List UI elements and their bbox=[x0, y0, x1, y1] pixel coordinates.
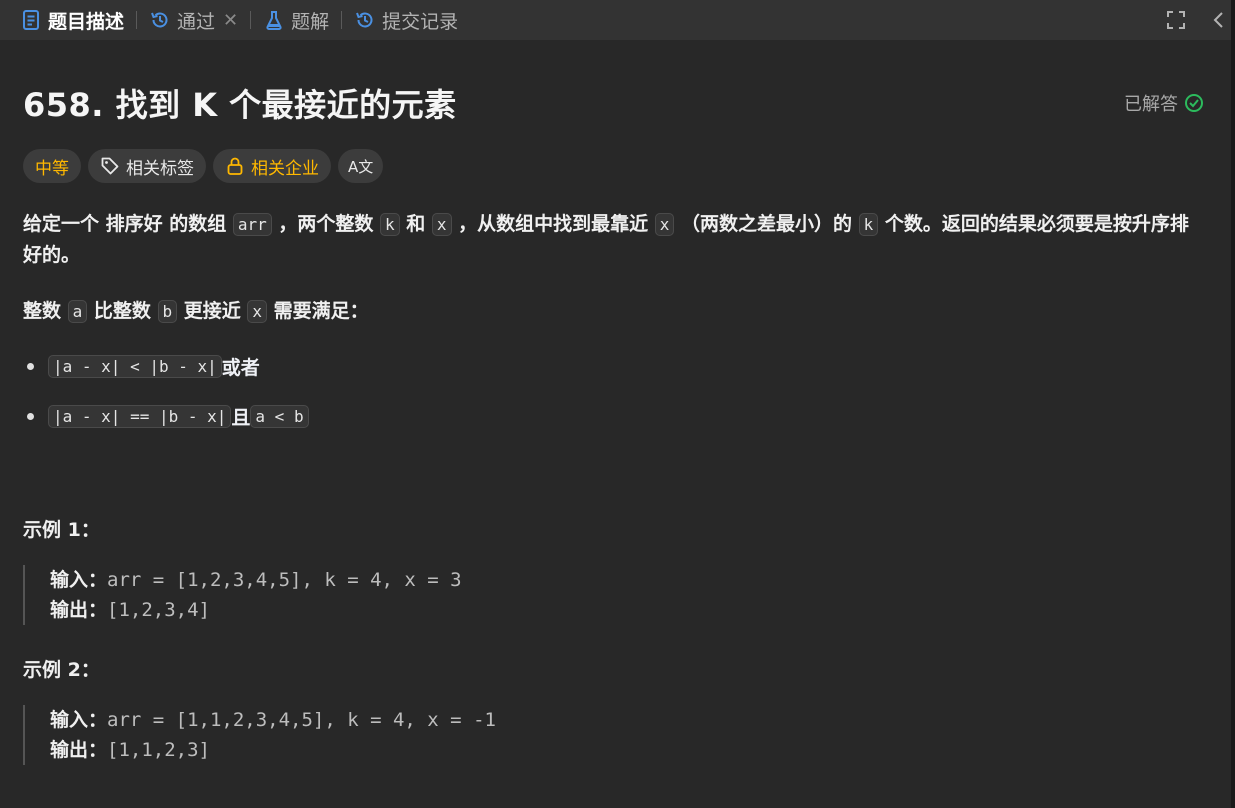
inline-code: x bbox=[247, 300, 268, 323]
inline-code: b bbox=[157, 300, 178, 323]
example-output: 输出：[1,2,3,4] bbox=[50, 595, 462, 625]
tab-divider bbox=[136, 11, 138, 29]
tab-solutions-label: 题解 bbox=[291, 10, 330, 33]
input-label: 输入： bbox=[50, 709, 108, 731]
tab-divider bbox=[250, 11, 252, 29]
lock-icon bbox=[225, 156, 245, 176]
collapse-icon[interactable] bbox=[1207, 9, 1229, 31]
example-output: 输出：[1,1,2,3] bbox=[50, 735, 496, 765]
text: ，从数组中找到最靠近 bbox=[451, 213, 655, 235]
example-block: 输入：arr = [1,1,2,3,4,5], k = 4, x = -1 输出… bbox=[23, 705, 496, 765]
example-input: 输入：arr = [1,2,3,4,5], k = 4, x = 3 bbox=[50, 565, 462, 595]
text: 和 bbox=[399, 213, 432, 235]
flask-icon bbox=[263, 9, 285, 31]
tab-divider bbox=[341, 11, 343, 29]
output-label: 输出： bbox=[50, 739, 108, 761]
bullet-dot bbox=[27, 363, 34, 370]
example-input: 输入：arr = [1,1,2,3,4,5], k = 4, x = -1 bbox=[50, 705, 496, 735]
bullet-dot bbox=[27, 413, 34, 420]
related-companies-button[interactable]: 相关企业 bbox=[213, 149, 331, 183]
related-companies-label: 相关企业 bbox=[251, 158, 319, 179]
input-value: arr = [1,2,3,4,5], k = 4, x = 3 bbox=[107, 569, 462, 591]
tab-description-label: 题目描述 bbox=[48, 10, 125, 33]
related-tags-button[interactable]: 相关标签 bbox=[88, 149, 206, 183]
text: 给定一个 bbox=[23, 213, 106, 235]
example-block: 输入：arr = [1,2,3,4,5], k = 4, x = 3 输出：[1… bbox=[23, 565, 462, 625]
fullscreen-icon[interactable] bbox=[1165, 9, 1187, 31]
close-icon[interactable]: ✕ bbox=[223, 10, 238, 31]
tab-description[interactable]: 题目描述 bbox=[20, 0, 124, 40]
inline-code: k bbox=[380, 213, 400, 236]
text: ，两个整数 bbox=[271, 213, 381, 235]
inline-code: arr bbox=[232, 213, 272, 236]
tab-solutions[interactable]: 题解 bbox=[263, 0, 329, 40]
list-item: |a - x| < |b - x| 或者 bbox=[23, 353, 260, 380]
history-icon bbox=[354, 9, 376, 31]
output-value: [1,1,2,3] bbox=[107, 739, 210, 761]
solved-label: 已解答 bbox=[1124, 94, 1178, 115]
history-icon bbox=[149, 9, 171, 31]
output-value: [1,2,3,4] bbox=[107, 599, 210, 621]
inline-code: x bbox=[431, 213, 452, 236]
document-icon bbox=[20, 9, 42, 31]
problem-title: 658. 找到 K 个最接近的元素 bbox=[23, 86, 457, 124]
example-title: 示例 2： bbox=[23, 659, 100, 681]
text: （两数之差最小）的 bbox=[674, 213, 859, 235]
description-paragraph-1: 给定一个 排序好 的数组 arr ，两个整数 k 和 x ，从数组中找到最靠近 … bbox=[23, 209, 1203, 271]
tab-submissions[interactable]: 提交记录 bbox=[354, 0, 458, 40]
input-value: arr = [1,1,2,3,4,5], k = 4, x = -1 bbox=[107, 709, 496, 731]
inline-code: a bbox=[67, 300, 88, 323]
text: 更接近 bbox=[177, 300, 248, 322]
output-label: 输出： bbox=[50, 599, 108, 621]
problem-chips: 中等 相关标签 相关企业 A文 bbox=[23, 149, 390, 183]
text: 整数 bbox=[23, 300, 68, 322]
text: 且 bbox=[231, 407, 251, 429]
tag-icon bbox=[100, 156, 120, 176]
related-tags-label: 相关标签 bbox=[126, 158, 194, 179]
description-paragraph-2: 整数 a 比整数 b 更接近 x 需要满足： bbox=[23, 296, 1203, 327]
solved-status: 已解答 bbox=[1124, 90, 1204, 116]
tab-bar-actions bbox=[1165, 0, 1231, 40]
inline-code: x bbox=[654, 213, 675, 236]
difficulty-label: 中等 bbox=[35, 158, 69, 179]
example-title: 示例 1： bbox=[23, 519, 100, 541]
problem-panel: 题目描述 通过 ✕ 题解 提交记录 658. 找到 K 个最接近的元素 已解答 … bbox=[0, 0, 1231, 808]
tab-bar: 题目描述 通过 ✕ 题解 提交记录 bbox=[0, 0, 1231, 40]
panel-edge bbox=[1231, 0, 1235, 808]
inline-code: a < b bbox=[250, 405, 309, 428]
difficulty-badge: 中等 bbox=[23, 149, 81, 183]
inline-code: |a - x| == |b - x| bbox=[48, 405, 232, 428]
list-item: |a - x| == |b - x| 且 a < b bbox=[23, 403, 309, 430]
check-circle-icon bbox=[1184, 93, 1204, 113]
text: 比整数 bbox=[87, 300, 158, 322]
text: 或者 bbox=[221, 357, 260, 379]
text: 需要满足： bbox=[267, 300, 369, 322]
input-label: 输入： bbox=[50, 569, 108, 591]
bold-text: 排序好 bbox=[105, 213, 163, 235]
inline-code: k bbox=[858, 213, 879, 236]
translate-button[interactable]: A文 bbox=[338, 149, 384, 183]
translate-icon: A文 bbox=[348, 157, 374, 176]
inline-code: |a - x| < |b - x| bbox=[48, 355, 222, 378]
text: 的数组 bbox=[162, 213, 233, 235]
tab-accepted[interactable]: 通过 ✕ bbox=[149, 0, 238, 40]
tab-accepted-label: 通过 bbox=[177, 10, 216, 33]
tab-submissions-label: 提交记录 bbox=[382, 10, 459, 33]
